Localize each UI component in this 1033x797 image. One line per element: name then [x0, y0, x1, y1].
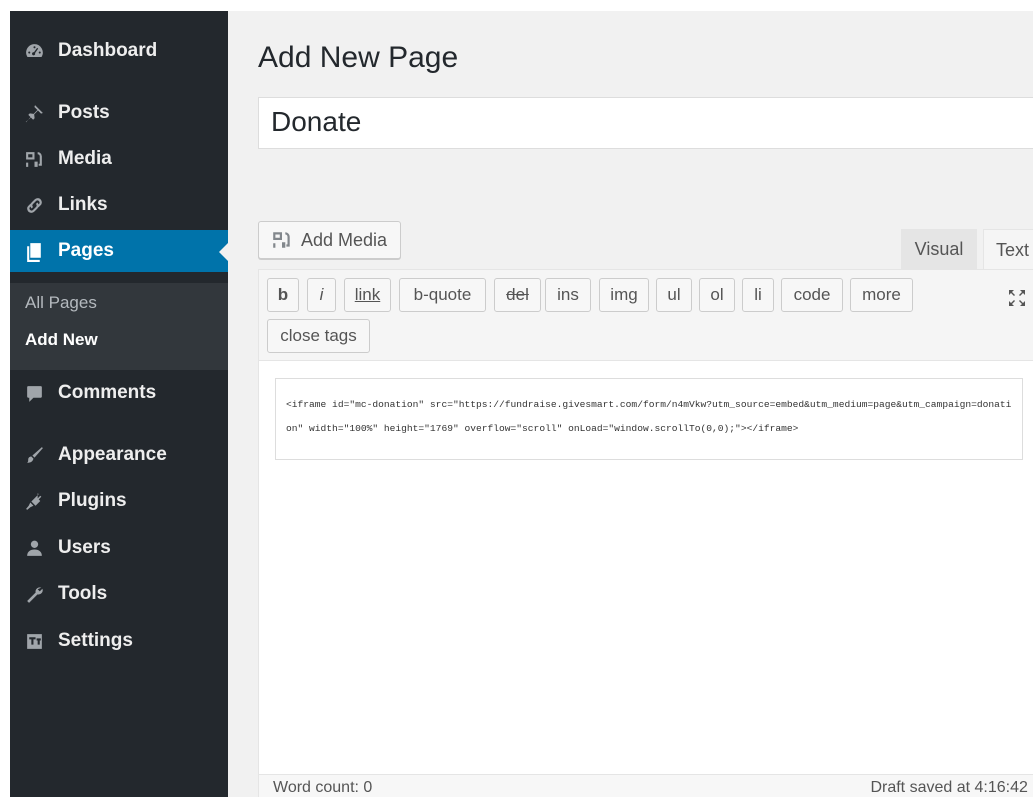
quicktags-toolbar: b i link b-quote del ins img ul ol li co…: [259, 270, 1033, 361]
ol-button[interactable]: ol: [699, 278, 735, 312]
sidebar-item-label: Media: [58, 148, 112, 169]
sidebar-item-settings[interactable]: Settings: [10, 620, 228, 662]
wrench-icon: [10, 584, 58, 605]
link-icon: [10, 195, 58, 216]
user-icon: [10, 538, 58, 559]
sidebar-item-dashboard[interactable]: Dashboard: [10, 30, 228, 72]
plug-icon: [10, 491, 58, 512]
brush-icon: [10, 445, 58, 466]
media-icon: [10, 149, 58, 170]
dashboard-icon: [10, 41, 58, 62]
close-tags-button[interactable]: close tags: [267, 319, 370, 353]
sidebar-item-label: Posts: [58, 102, 110, 123]
add-media-label: Add Media: [301, 229, 388, 250]
sidebar-item-label: Pages: [58, 240, 114, 261]
draft-saved-status: Draft saved at 4:16:42 pm.: [870, 779, 1033, 796]
submenu-item-all-pages[interactable]: All Pages: [25, 293, 97, 313]
sidebar-item-label: Dashboard: [58, 40, 158, 61]
img-button[interactable]: img: [599, 278, 649, 312]
bold-button[interactable]: b: [267, 278, 299, 312]
word-count: Word count: 0: [273, 779, 373, 796]
sidebar-item-posts[interactable]: Posts: [10, 92, 228, 134]
italic-button[interactable]: i: [307, 278, 336, 312]
sidebar-item-appearance[interactable]: Appearance: [10, 434, 228, 476]
editor: b i link b-quote del ins img ul ol li co…: [258, 269, 1033, 797]
submenu-item-add-new[interactable]: Add New: [25, 330, 98, 350]
link-button[interactable]: link: [344, 278, 391, 312]
page-title-input[interactable]: Donate: [258, 97, 1033, 149]
sidebar-item-label: Appearance: [58, 444, 167, 465]
sidebar-item-plugins[interactable]: Plugins: [10, 480, 228, 522]
sidebar-item-tools[interactable]: Tools: [10, 573, 228, 615]
sidebar-item-label: Comments: [58, 382, 157, 403]
settings-icon: [10, 631, 58, 652]
comment-icon: [10, 383, 58, 404]
sidebar-item-users[interactable]: Users: [10, 527, 228, 569]
pin-icon: [10, 103, 58, 124]
status-bar: Word count: 0 Draft saved at 4:16:42 pm.: [259, 774, 1033, 797]
ins-button[interactable]: ins: [545, 278, 591, 312]
code-button[interactable]: code: [781, 278, 843, 312]
fullscreen-icon[interactable]: [1007, 288, 1027, 308]
media-icon: [273, 232, 290, 248]
tab-text[interactable]: Text: [983, 229, 1033, 270]
sidebar-item-pages[interactable]: Pages: [10, 230, 229, 272]
li-button[interactable]: li: [742, 278, 774, 312]
sidebar-item-links[interactable]: Links: [10, 184, 228, 226]
more-button[interactable]: more: [850, 278, 913, 312]
pages-icon: [10, 241, 58, 262]
ul-button[interactable]: ul: [656, 278, 692, 312]
sidebar-item-label: Settings: [58, 630, 133, 651]
main-content: Add New Page Donate Add Media Visual Tex…: [228, 11, 1033, 797]
page-title: Add New Page: [258, 41, 459, 74]
sidebar-item-label: Users: [58, 537, 111, 558]
pages-submenu: All Pages Add New: [10, 283, 228, 370]
sidebar-item-label: Tools: [58, 583, 108, 604]
sidebar-item-label: Links: [58, 194, 108, 215]
add-media-button[interactable]: Add Media: [258, 221, 401, 259]
admin-sidebar: Dashboard Posts Media Links Pages All Pa…: [10, 11, 229, 797]
sidebar-item-comments[interactable]: Comments: [10, 372, 228, 414]
sidebar-item-label: Plugins: [58, 490, 127, 511]
content-textarea[interactable]: <iframe id="mc-donation" src="https://fu…: [275, 378, 1023, 460]
blockquote-button[interactable]: b-quote: [399, 278, 486, 312]
sidebar-item-media[interactable]: Media: [10, 138, 228, 180]
tab-visual[interactable]: Visual: [901, 229, 977, 270]
del-button[interactable]: del: [494, 278, 541, 312]
